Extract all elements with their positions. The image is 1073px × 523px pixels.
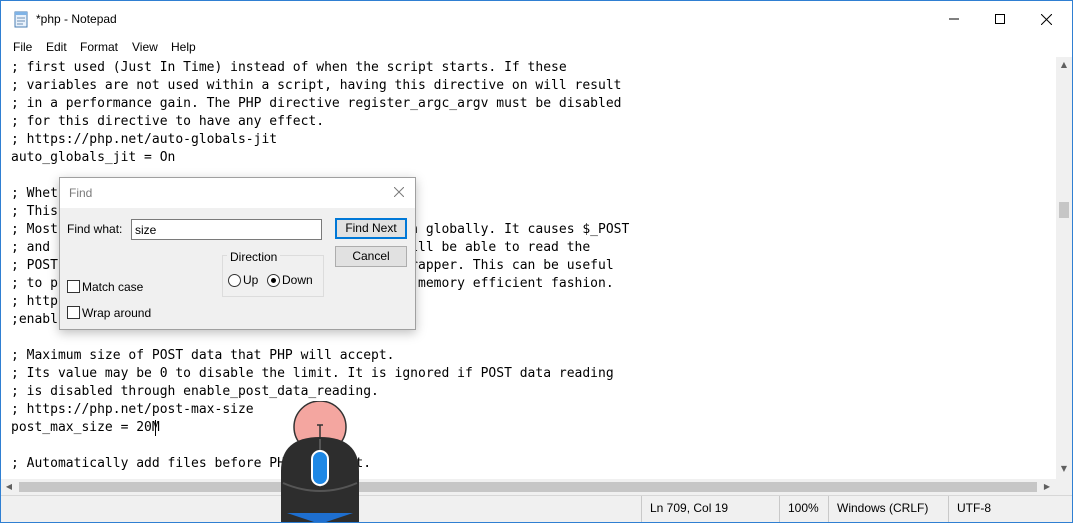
scroll-corner <box>1056 479 1072 495</box>
text-line: ; Its value may be 0 to disable the limi… <box>11 366 614 381</box>
find-dialog: Find Find what: Find Next Cancel Directi… <box>59 177 416 330</box>
find-dialog-title-bar[interactable]: Find <box>60 178 415 208</box>
find-close-button[interactable] <box>389 183 409 203</box>
find-what-label: Find what: <box>67 222 123 236</box>
text-line: ; http <box>11 294 58 309</box>
status-bar: Ln 709, Col 19 100% Windows (CRLF) UTF-8 <box>1 495 1072 522</box>
scroll-up-arrow-icon[interactable]: ▲ <box>1056 57 1072 73</box>
text-line: ; Whet <box>11 186 58 201</box>
text-line: ; for this directive to have any effect. <box>11 114 325 129</box>
direction-down-label[interactable]: Down <box>282 273 313 287</box>
notepad-window: *php - Notepad File Edit Format View Hel… <box>0 0 1073 523</box>
menu-view[interactable]: View <box>132 40 158 54</box>
cancel-button[interactable]: Cancel <box>335 246 407 267</box>
status-encoding: UTF-8 <box>948 496 1072 522</box>
maximize-button[interactable] <box>977 1 1023 37</box>
mouse-scroll-icon <box>281 401 359 522</box>
vertical-scrollbar[interactable]: ▲ ▼ <box>1056 57 1072 479</box>
text-line: ; Maximum size of POST data that PHP wil… <box>11 348 395 363</box>
direction-up-radio[interactable] <box>228 274 241 287</box>
find-dialog-title: Find <box>69 186 93 200</box>
match-case-checkbox[interactable] <box>67 280 80 293</box>
text-line: auto_globals_jit = On <box>11 150 176 165</box>
horizontal-scrollbar[interactable]: ◀ ▶ <box>1 479 1056 495</box>
text-line: ; This <box>11 204 58 219</box>
close-icon <box>1040 13 1052 25</box>
minimize-icon <box>949 18 959 20</box>
text-caret <box>155 420 156 436</box>
close-icon <box>393 186 405 198</box>
close-button[interactable] <box>1023 1 1069 37</box>
text-line: ; in a performance gain. The PHP directi… <box>11 96 622 111</box>
direction-label: Direction <box>227 250 281 264</box>
direction-up-label[interactable]: Up <box>243 273 258 287</box>
menu-file[interactable]: File <box>13 40 32 54</box>
maximize-icon <box>995 14 1005 24</box>
menu-bar: File Edit Format View Help <box>1 37 1072 57</box>
scroll-down-arrow-icon[interactable]: ▼ <box>1056 461 1072 477</box>
vertical-scroll-thumb[interactable] <box>1059 202 1069 218</box>
status-position: Ln 709, Col 19 <box>641 496 779 522</box>
match-case-label[interactable]: Match case <box>82 280 143 294</box>
text-line: ; variables are not used within a script… <box>11 78 622 93</box>
text-line: ; https://php.net/post-max-size <box>11 402 254 417</box>
menu-help[interactable]: Help <box>171 40 196 54</box>
find-what-input[interactable] <box>131 219 322 240</box>
notepad-icon <box>14 11 28 28</box>
text-line: post_max_size = 20M <box>11 420 160 435</box>
wrap-around-label[interactable]: Wrap around <box>82 306 151 320</box>
status-line-ending: Windows (CRLF) <box>828 496 948 522</box>
minimize-button[interactable] <box>931 1 977 37</box>
text-line: ; is disabled through enable_post_data_r… <box>11 384 379 399</box>
menu-format[interactable]: Format <box>80 40 118 54</box>
text-line: ;enabl <box>11 312 58 327</box>
scroll-right-arrow-icon[interactable]: ▶ <box>1039 479 1055 495</box>
direction-down-radio[interactable] <box>267 274 280 287</box>
title-bar[interactable]: *php - Notepad <box>1 1 1072 37</box>
status-zoom: 100% <box>779 496 828 522</box>
wrap-around-checkbox[interactable] <box>67 306 80 319</box>
text-line: ; https://php.net/auto-globals-jit <box>11 132 278 147</box>
menu-edit[interactable]: Edit <box>46 40 67 54</box>
radio-selected-dot <box>271 278 276 283</box>
window-title: *php - Notepad <box>36 12 117 26</box>
horizontal-scroll-thumb[interactable] <box>19 482 1037 492</box>
scroll-left-arrow-icon[interactable]: ◀ <box>1 479 17 495</box>
text-line: ; first used (Just In Time) instead of w… <box>11 60 567 75</box>
find-next-button[interactable]: Find Next <box>335 218 407 239</box>
